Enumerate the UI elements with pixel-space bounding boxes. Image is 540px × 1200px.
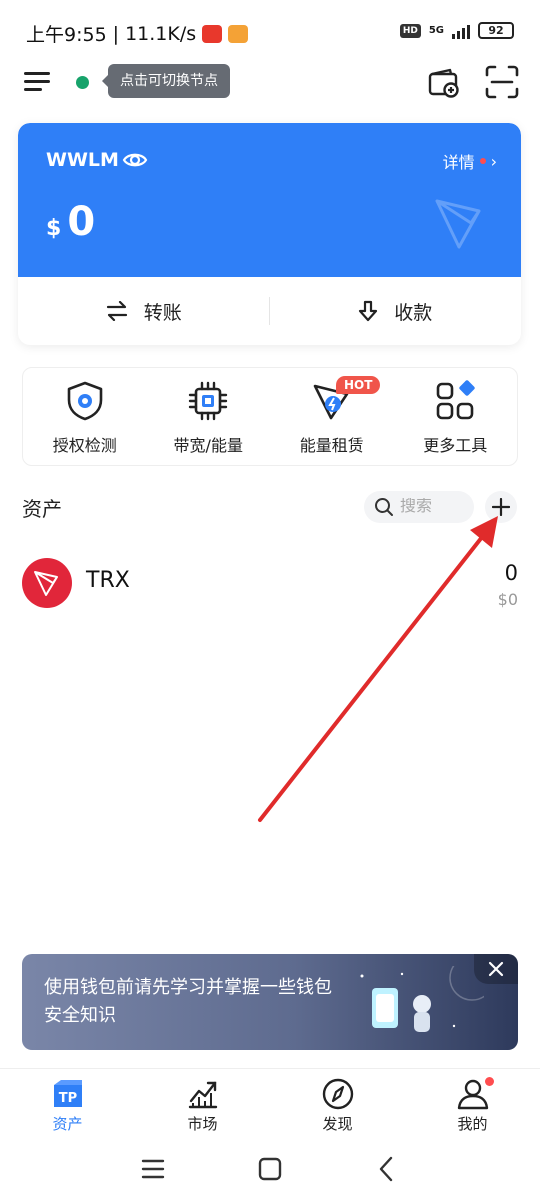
signal-icon: [452, 23, 470, 39]
more-tools-icon: [436, 380, 475, 420]
tp-wallet-icon: TP: [53, 1080, 82, 1107]
detail-label: 详情: [442, 153, 475, 172]
back-icon[interactable]: [372, 1154, 402, 1184]
transfer-label: 转账: [143, 301, 182, 324]
assets-title: 资产: [22, 497, 62, 521]
node-status-dot[interactable]: [76, 76, 89, 89]
tron-icon: [22, 558, 72, 608]
wallet-actions: 转账 收款: [18, 277, 521, 345]
scan-icon[interactable]: [484, 64, 520, 100]
chip-icon: [189, 381, 228, 421]
wallet-detail-link[interactable]: 详情 ›: [443, 149, 497, 173]
banner-close-button[interactable]: [474, 954, 518, 984]
app-header: 点击可切换节点: [0, 60, 540, 104]
status-time: 上午9:55: [26, 24, 107, 46]
asset-search[interactable]: [364, 491, 474, 523]
compass-icon: [322, 1078, 353, 1110]
network-type: 5G: [428, 25, 444, 36]
search-icon: [375, 498, 393, 516]
svg-text:TP: TP: [58, 1091, 76, 1106]
hot-badge: HOT: [336, 376, 381, 394]
nav-profile[interactable]: 我的: [405, 1069, 540, 1138]
add-token-button[interactable]: [485, 491, 517, 523]
astronaut-illustration: [360, 966, 484, 1032]
receive-icon: [359, 300, 378, 322]
token-row[interactable]: TRX 0 $0: [22, 556, 518, 612]
shield-icon: [67, 381, 103, 421]
status-right: HD 5G 92: [399, 22, 514, 39]
tool-energy-rent[interactable]: HOT 能量租赁: [270, 368, 394, 465]
token-symbol: TRX: [86, 568, 130, 593]
tool-auth-check[interactable]: 授权检测: [23, 368, 147, 465]
transfer-icon: [106, 301, 127, 321]
banner-text: 使用钱包前请先学习并掌握一些钱包安全知识: [44, 977, 332, 1026]
tool-label: 授权检测: [52, 436, 117, 455]
receive-button[interactable]: 收款: [270, 277, 522, 345]
unread-dot: [479, 158, 486, 164]
balance-amount: 0: [67, 199, 96, 245]
system-nav-bar: [0, 1140, 540, 1200]
nav-market[interactable]: 市场: [135, 1069, 270, 1138]
close-icon: [488, 961, 504, 977]
nav-label: 资产: [52, 1115, 83, 1133]
home-icon[interactable]: [255, 1154, 285, 1184]
nav-discover[interactable]: 发现: [270, 1069, 405, 1138]
menu-icon[interactable]: [24, 70, 52, 94]
tool-more-tools[interactable]: 更多工具: [394, 368, 518, 465]
wallet-add-icon[interactable]: [426, 64, 462, 100]
tools-grid: 授权检测 带宽/能量 HOT 能量租赁 更多工具: [22, 367, 518, 466]
wallet-balance-panel[interactable]: WWLM 详情 › $ 0: [18, 123, 521, 277]
currency-symbol: $: [46, 216, 62, 241]
security-banner[interactable]: 使用钱包前请先学习并掌握一些钱包安全知识: [22, 954, 518, 1050]
nav-assets[interactable]: TP 资产: [0, 1069, 135, 1138]
market-chart-icon: [188, 1081, 217, 1109]
eye-icon[interactable]: [122, 148, 148, 172]
battery-icon: 92: [478, 22, 514, 39]
wallet-balance: $ 0: [46, 199, 95, 245]
transfer-button[interactable]: 转账: [18, 277, 270, 345]
wallet-card: WWLM 详情 › $ 0 转账 收款: [18, 123, 521, 345]
status-left: 上午9:55 | 11.1K/s: [26, 20, 249, 47]
tron-watermark-icon: [435, 199, 481, 249]
notification-app-icon: [202, 24, 223, 43]
recent-apps-icon[interactable]: [138, 1154, 168, 1184]
token-amount: 0: [504, 561, 518, 585]
nav-label: 市场: [187, 1115, 218, 1133]
tool-label: 更多工具: [423, 436, 488, 455]
token-value: $0: [497, 590, 518, 609]
receive-label: 收款: [394, 301, 433, 324]
status-bar: 上午9:55 | 11.1K/s HD 5G 92: [0, 0, 540, 64]
tool-label: 带宽/能量: [173, 436, 243, 455]
nav-label: 发现: [322, 1115, 353, 1133]
chevron-right-icon: ›: [490, 151, 497, 171]
status-speed: 11.1K/s: [125, 22, 197, 45]
wallet-name: WWLM: [46, 149, 119, 171]
notification-app-icon-2: [228, 24, 249, 43]
tool-label: 能量租赁: [299, 436, 364, 455]
hd-badge: HD: [399, 23, 421, 38]
nav-label: 我的: [457, 1115, 488, 1133]
plus-icon: [492, 498, 510, 516]
tool-bandwidth-energy[interactable]: 带宽/能量: [147, 368, 271, 465]
notification-dot: [485, 1077, 494, 1086]
node-switch-tooltip[interactable]: 点击可切换节点: [102, 64, 230, 98]
search-input[interactable]: [400, 498, 470, 516]
bottom-nav: TP 资产 市场 发现 我的: [0, 1068, 540, 1138]
action-divider: [269, 297, 270, 325]
